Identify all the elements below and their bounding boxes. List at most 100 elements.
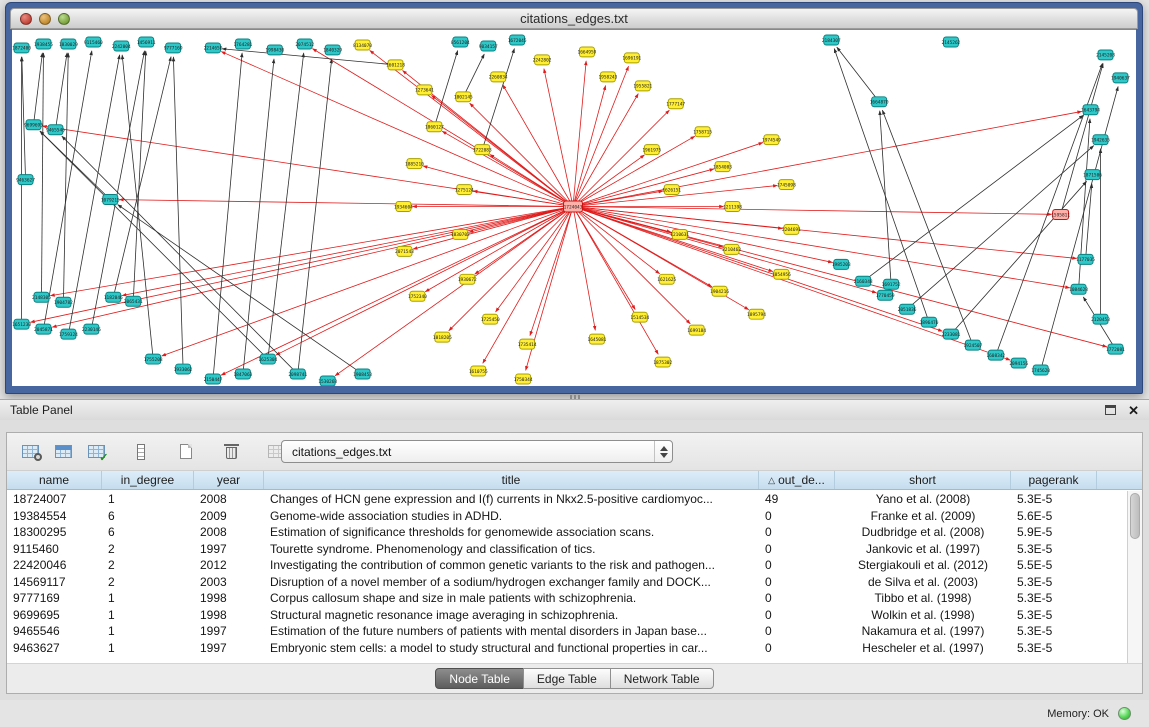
graph-edge-red[interactable]	[442, 131, 573, 206]
graph-edge-red[interactable]	[573, 61, 586, 207]
graph-node[interactable]: 2160348	[854, 276, 873, 286]
graph-edge-black[interactable]	[22, 57, 26, 180]
graph-node[interactable]: 8561204	[451, 37, 470, 47]
close-window-button[interactable]	[20, 13, 32, 25]
graph-node[interactable]: 1699184	[687, 325, 706, 335]
delete-column-button[interactable]	[218, 439, 244, 465]
graph-edge-red[interactable]	[431, 95, 573, 206]
graph-node[interactable]: 8134070	[353, 40, 372, 50]
graph-node[interactable]: 1691752	[882, 279, 901, 289]
edit-table-button[interactable]: ✓	[83, 439, 109, 465]
graph-node[interactable]: 1904216	[710, 286, 729, 296]
graph-node[interactable]: 1722083	[473, 145, 492, 155]
graph-node[interactable]: 1860127	[425, 122, 444, 132]
row-view-button[interactable]	[128, 439, 154, 465]
graph-node[interactable]: 2098741	[288, 369, 307, 379]
graph-node[interactable]: 1211398	[723, 202, 742, 212]
graph-edge-red[interactable]	[544, 69, 573, 207]
graph-node[interactable]: 2204691	[782, 224, 801, 234]
graph-edge-black[interactable]	[34, 53, 43, 125]
graph-node[interactable]: 1595811	[1051, 209, 1070, 219]
graph-edge-black[interactable]	[55, 53, 67, 130]
graph-node[interactable]: 1621625	[657, 274, 676, 284]
graph-node[interactable]: 1770459	[876, 290, 895, 300]
graph-edge-black[interactable]	[122, 55, 153, 359]
graph-node[interactable]: 1210631	[670, 229, 689, 239]
graph-node[interactable]: 1933062	[174, 364, 193, 374]
graph-edge-red[interactable]	[573, 66, 629, 206]
memory-status-indicator[interactable]	[1118, 707, 1131, 720]
graph-node[interactable]: 2184307	[822, 35, 841, 45]
graph-edge-black[interactable]	[268, 53, 304, 359]
graph-node[interactable]: 2051836	[898, 304, 917, 314]
network-graph[interactable]: 1724043159581122608341802145186012718852…	[12, 30, 1136, 386]
graph-node[interactable]: 2094156	[1009, 358, 1028, 368]
graph-node[interactable]: 1777147	[666, 99, 685, 109]
graph-edge-red[interactable]	[573, 169, 714, 207]
graph-edge-red[interactable]	[573, 207, 1052, 215]
scrollbar-thumb[interactable]	[1130, 493, 1140, 539]
graph-node[interactable]: 1930672	[458, 274, 477, 284]
graph-edge-red[interactable]	[119, 200, 573, 207]
graph-node[interactable]: 1275124	[455, 185, 474, 195]
graph-edge-black[interactable]	[133, 51, 146, 301]
graph-edge-red[interactable]	[496, 207, 573, 312]
graph-edge-red[interactable]	[423, 166, 573, 207]
graph-edge-black[interactable]	[463, 54, 484, 97]
column-header-name[interactable]: name	[7, 471, 102, 489]
graph-edge-black[interactable]	[113, 57, 171, 298]
table-row[interactable]: 2242004622012Investigating the contribut…	[7, 557, 1127, 574]
graph-node[interactable]: 1934604	[394, 202, 413, 212]
graph-edge-black[interactable]	[222, 49, 396, 65]
graph-node[interactable]: 9034157	[479, 41, 498, 51]
graph-edge-red[interactable]	[42, 126, 573, 206]
graph-node[interactable]: 1725450	[481, 314, 500, 324]
graph-node[interactable]: 2230146	[82, 324, 101, 334]
graph-node[interactable]: 1854083	[713, 162, 732, 172]
graph-node[interactable]: 9699695	[24, 120, 43, 130]
graph-edge-black[interactable]	[63, 53, 68, 302]
graph-node[interactable]: 1758715	[693, 127, 712, 137]
graph-node[interactable]: 1608342	[986, 350, 1005, 360]
table-source-dropdown[interactable]: citations_edges.txt	[281, 440, 673, 463]
graph-node[interactable]: 2242802	[533, 55, 552, 65]
graph-node[interactable]: 1735414	[518, 339, 537, 349]
graph-node[interactable]: 1885210	[405, 159, 424, 169]
graph-node[interactable]: 1938455	[34, 39, 53, 49]
graph-edge-red[interactable]	[530, 207, 573, 336]
graph-node[interactable]: 1955821	[633, 81, 652, 91]
graph-node[interactable]: 1724043	[564, 201, 583, 212]
graph-node[interactable]: 2145262	[942, 37, 961, 47]
table-row[interactable]: 946362711997Embryonic stem cells: a mode…	[7, 640, 1127, 657]
graph-edge-black[interactable]	[1041, 87, 1118, 371]
column-header-year[interactable]: year	[194, 471, 264, 489]
graph-node[interactable]: 1456911	[137, 37, 156, 47]
graph-node[interactable]: 1940637	[1111, 73, 1130, 83]
column-header-pagerank[interactable]: pagerank	[1011, 471, 1097, 489]
graph-edge-red[interactable]	[573, 207, 1107, 347]
graph-edge-black[interactable]	[243, 59, 274, 374]
graph-node[interactable]: 1625304	[258, 354, 277, 364]
table-row[interactable]: 969969511998Structural magnetic resonanc…	[7, 607, 1127, 624]
graph-node[interactable]: 1745098	[777, 180, 796, 190]
graph-edge-red[interactable]	[449, 207, 573, 331]
graph-edge-black[interactable]	[91, 51, 144, 329]
table-row[interactable]: 1938455462009Genome-wide association stu…	[7, 508, 1127, 525]
table-row[interactable]: 911546021997Tourette syndrome. Phenomeno…	[7, 541, 1127, 558]
column-header-title[interactable]: title	[264, 471, 759, 489]
graph-node[interactable]: 2242004	[112, 41, 131, 51]
graph-node[interactable]: 2074512	[295, 39, 314, 49]
table-options-button[interactable]	[17, 439, 43, 465]
graph-node[interactable]: 1764281	[234, 39, 253, 49]
window-titlebar[interactable]: citations_edges.txt	[10, 8, 1138, 29]
graph-edge-black[interactable]	[863, 115, 1083, 281]
graph-node[interactable]: 1745620	[1031, 365, 1050, 375]
graph-node[interactable]: 1645081	[588, 334, 607, 344]
graph-node[interactable]: 1847063	[234, 369, 253, 379]
graph-edge-red[interactable]	[573, 86, 606, 207]
graph-edge-black[interactable]	[834, 48, 929, 322]
graph-node[interactable]: 1924507	[963, 340, 982, 350]
graph-node[interactable]: 1084628	[1069, 284, 1088, 294]
graph-node[interactable]: 2045871	[34, 324, 53, 334]
graph-edge-black[interactable]	[298, 59, 332, 374]
